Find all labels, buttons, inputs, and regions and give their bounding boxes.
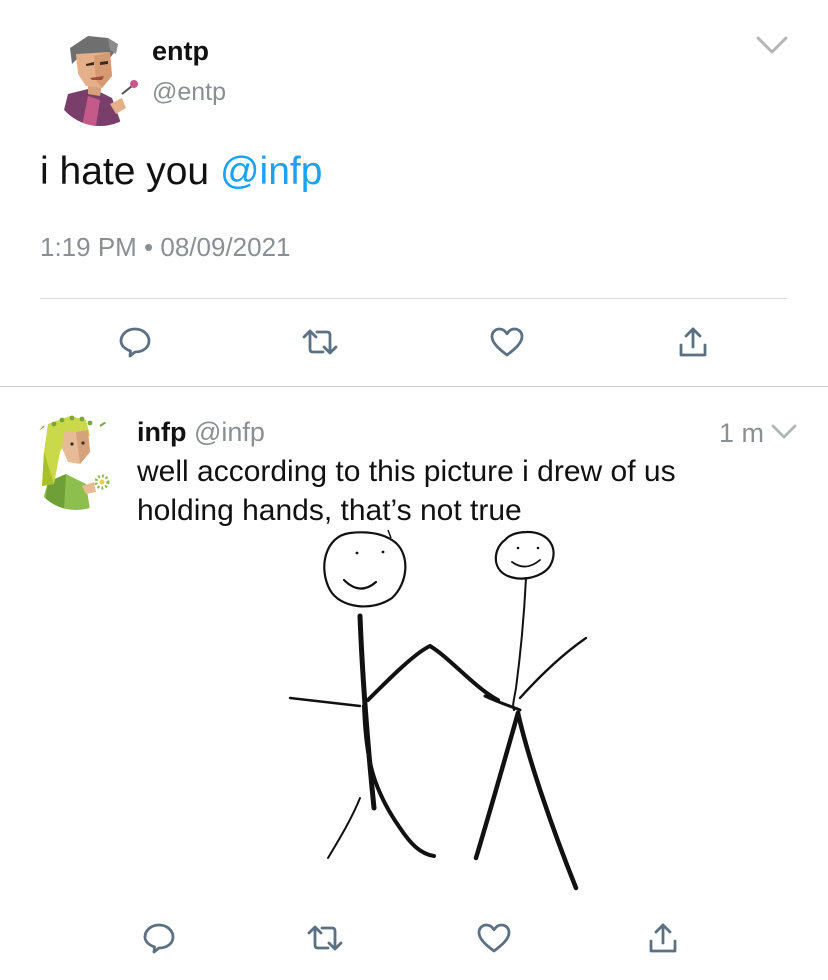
entp-avatar[interactable]: [52, 30, 148, 126]
reply-icon: [143, 923, 175, 954]
tweet-divider: [40, 298, 787, 299]
reply-author-handle[interactable]: @infp: [194, 417, 265, 447]
share-button[interactable]: [673, 322, 713, 362]
chevron-down-icon: [756, 36, 788, 54]
retweet-icon: [307, 925, 343, 951]
reply-button[interactable]: [115, 322, 155, 362]
retweet-button[interactable]: [300, 322, 340, 362]
tweet-timestamp[interactable]: 1:19 PM • 08/09/2021: [40, 232, 291, 262]
reply-header: infp @infp: [137, 416, 265, 448]
infp-avatar-icon: [37, 415, 110, 510]
retweet-icon: [302, 329, 338, 355]
share-icon: [679, 327, 707, 357]
reply-text-line-1: well according to this picture i drew of…: [137, 455, 676, 488]
stick-figures-drawing[interactable]: [280, 528, 610, 898]
stick-figures-drawing-image: [288, 529, 588, 891]
heart-icon: [477, 923, 511, 953]
tweet-text-body: i hate you: [40, 150, 220, 193]
reply-age[interactable]: 1 m: [719, 417, 764, 449]
share-icon: [649, 923, 677, 953]
chevron-down-icon: [771, 424, 797, 439]
reply-text-line-2: holding hands, that’s not true: [137, 494, 522, 527]
reply-like-button[interactable]: [474, 918, 514, 958]
reply-icon: [119, 327, 151, 358]
author-name[interactable]: entp: [152, 36, 209, 66]
reply-menu-button[interactable]: [769, 422, 799, 442]
tweet-text: i hate you @infp: [40, 150, 322, 194]
tweet-menu-button[interactable]: [754, 34, 790, 56]
infp-avatar[interactable]: [30, 412, 122, 510]
reply-share-button[interactable]: [643, 918, 683, 958]
reply-reply-button[interactable]: [139, 918, 179, 958]
author-handle[interactable]: @entp: [152, 78, 226, 106]
reply-retweet-button[interactable]: [305, 918, 345, 958]
section-divider: [0, 386, 828, 387]
entp-avatar-icon: [60, 36, 138, 126]
heart-icon: [490, 327, 524, 357]
like-button[interactable]: [487, 322, 527, 362]
reply-author-name[interactable]: infp: [137, 417, 186, 447]
mention-link[interactable]: @infp: [220, 150, 322, 193]
